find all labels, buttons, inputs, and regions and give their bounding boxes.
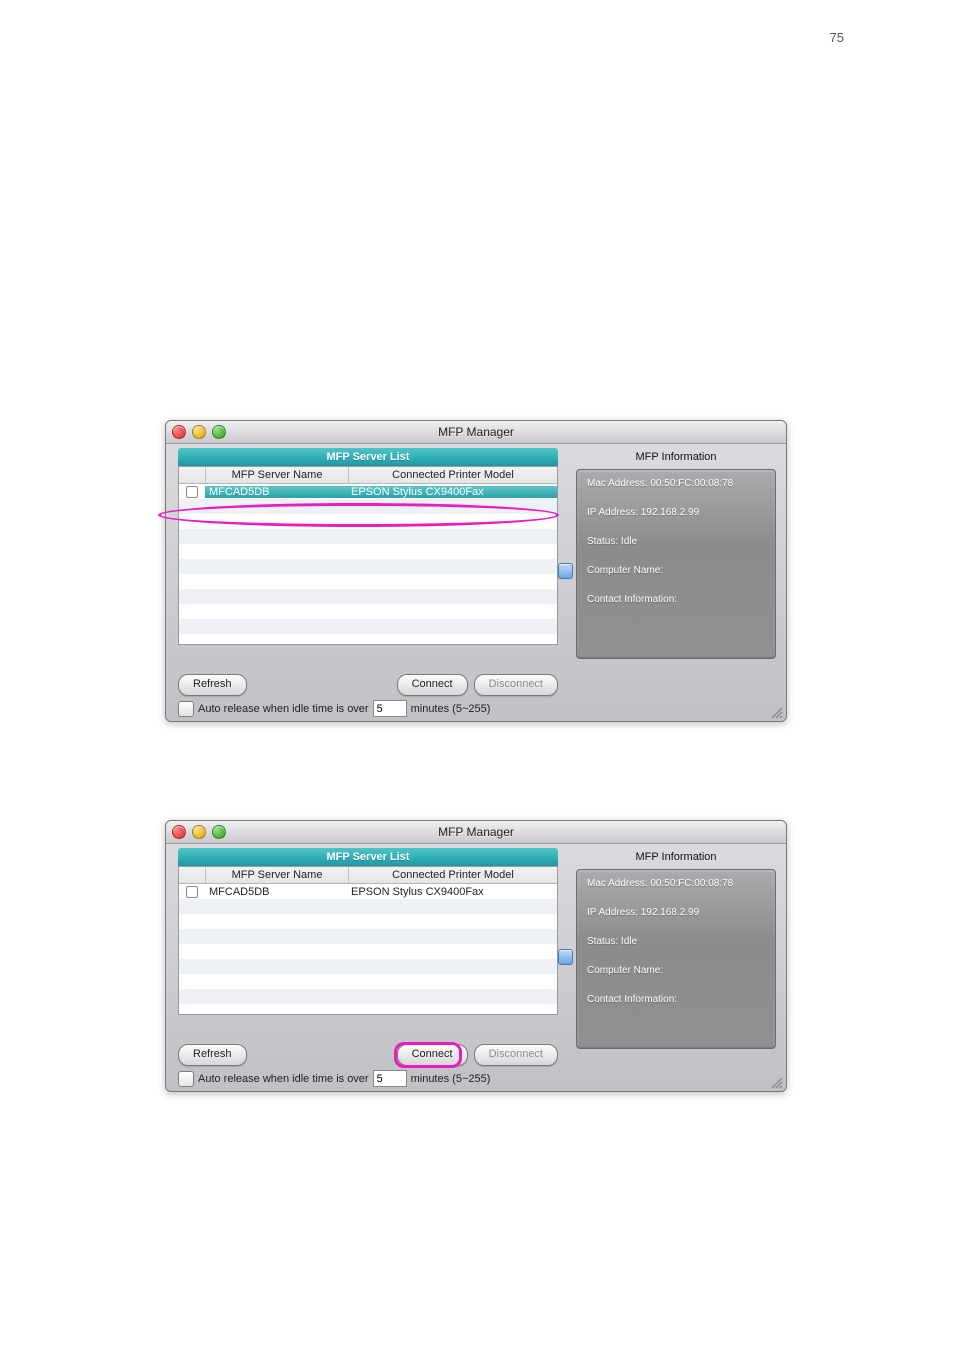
resize-grip-icon[interactable] [769, 1075, 783, 1089]
auto-release-suffix: minutes (5~255) [411, 703, 491, 715]
table-header[interactable]: MFP Server Name Connected Printer Model [179, 467, 557, 484]
disconnect-button[interactable]: Disconnect [474, 674, 558, 696]
column-server-name[interactable]: MFP Server Name [206, 467, 349, 483]
auto-release-suffix: minutes (5~255) [411, 1073, 491, 1085]
server-list-title: MFP Server List [178, 848, 558, 866]
column-check[interactable] [179, 467, 206, 483]
status-value: Idle [621, 536, 637, 547]
mfp-manager-window-2: MFP Manager MFP Server List MFP Server N… [165, 820, 787, 1092]
ip-label: IP Address: [587, 507, 638, 518]
auto-release-row: Auto release when idle time is over minu… [178, 700, 558, 717]
table-body: MFCAD5DB EPSON Stylus CX9400Fax [179, 884, 557, 1014]
cell-printer-model: EPSON Stylus CX9400Fax [347, 486, 557, 498]
server-table: MFP Server Name Connected Printer Model … [178, 466, 558, 645]
server-list-title: MFP Server List [178, 448, 558, 466]
auto-release-checkbox[interactable] [178, 1071, 194, 1087]
table-body: MFCAD5DB EPSON Stylus CX9400Fax [179, 484, 557, 644]
row-checkbox[interactable] [186, 486, 198, 498]
row-checkbox[interactable] [186, 886, 198, 898]
server-table: MFP Server Name Connected Printer Model … [178, 866, 558, 1015]
cell-server-name: MFCAD5DB [205, 486, 347, 498]
table-row[interactable] [179, 574, 557, 589]
table-row[interactable] [179, 989, 557, 1004]
window-title: MFP Manager [166, 821, 786, 843]
refresh-button[interactable]: Refresh [178, 674, 247, 696]
mfp-manager-window-1: MFP Manager MFP Server List MFP Server N… [165, 420, 787, 722]
button-row: Refresh Connect Disconnect [178, 1044, 558, 1066]
column-server-name[interactable]: MFP Server Name [206, 867, 349, 883]
scrollbar-thumb[interactable] [558, 949, 573, 965]
ip-value: 192.168.2.99 [641, 507, 699, 518]
mac-value: 00:50:FC:00:08:78 [650, 478, 733, 489]
ip-label: IP Address: [587, 907, 638, 918]
info-panel: MFP Information Mac Address: 00:50:FC:00… [576, 448, 776, 659]
info-panel: MFP Information Mac Address: 00:50:FC:00… [576, 848, 776, 1049]
table-row[interactable] [179, 929, 557, 944]
table-row[interactable] [179, 959, 557, 974]
status-label: Status: [587, 936, 618, 947]
ip-value: 192.168.2.99 [641, 907, 699, 918]
connect-button[interactable]: Connect [397, 674, 468, 696]
table-row[interactable] [179, 619, 557, 634]
computer-label: Computer Name: [587, 565, 663, 576]
auto-release-label: Auto release when idle time is over [198, 703, 369, 715]
auto-release-checkbox[interactable] [178, 701, 194, 717]
refresh-button[interactable]: Refresh [178, 1044, 247, 1066]
table-row[interactable] [179, 544, 557, 559]
auto-release-row: Auto release when idle time is over minu… [178, 1070, 558, 1087]
titlebar[interactable]: MFP Manager [166, 821, 786, 844]
disconnect-button[interactable]: Disconnect [474, 1044, 558, 1066]
table-row[interactable]: MFCAD5DB EPSON Stylus CX9400Fax [179, 884, 557, 899]
cell-printer-model: EPSON Stylus CX9400Fax [347, 886, 557, 898]
table-header[interactable]: MFP Server Name Connected Printer Model [179, 867, 557, 884]
table-row[interactable] [179, 944, 557, 959]
info-title: MFP Information [576, 848, 776, 869]
page-number: 75 [830, 30, 844, 45]
info-title: MFP Information [576, 448, 776, 469]
window-title: MFP Manager [166, 421, 786, 443]
resize-grip-icon[interactable] [769, 705, 783, 719]
server-list-panel: MFP Server List MFP Server Name Connecte… [178, 848, 558, 1015]
column-check[interactable] [179, 867, 206, 883]
table-row[interactable] [179, 589, 557, 604]
table-row[interactable] [179, 974, 557, 989]
cell-server-name: MFCAD5DB [205, 886, 347, 898]
table-row[interactable] [179, 914, 557, 929]
contact-label: Contact Information: [587, 594, 677, 605]
table-row[interactable] [179, 514, 557, 529]
table-row[interactable]: MFCAD5DB EPSON Stylus CX9400Fax [179, 484, 557, 499]
info-box: Mac Address: 00:50:FC:00:08:78 IP Addres… [576, 869, 776, 1049]
titlebar[interactable]: MFP Manager [166, 421, 786, 444]
idle-minutes-input[interactable] [373, 1070, 407, 1087]
info-box: Mac Address: 00:50:FC:00:08:78 IP Addres… [576, 469, 776, 659]
scrollbar-thumb[interactable] [558, 563, 573, 579]
computer-label: Computer Name: [587, 965, 663, 976]
column-printer-model[interactable]: Connected Printer Model [349, 867, 557, 883]
table-row[interactable] [179, 499, 557, 514]
column-printer-model[interactable]: Connected Printer Model [349, 467, 557, 483]
auto-release-label: Auto release when idle time is over [198, 1073, 369, 1085]
status-value: Idle [621, 936, 637, 947]
table-row[interactable] [179, 899, 557, 914]
mac-value: 00:50:FC:00:08:78 [650, 878, 733, 889]
server-list-panel: MFP Server List MFP Server Name Connecte… [178, 448, 558, 645]
table-row[interactable] [179, 529, 557, 544]
idle-minutes-input[interactable] [373, 700, 407, 717]
mac-label: Mac Address: [587, 878, 648, 889]
button-row: Refresh Connect Disconnect [178, 674, 558, 696]
table-row[interactable] [179, 604, 557, 619]
connect-button[interactable]: Connect [397, 1044, 468, 1066]
table-row[interactable] [179, 559, 557, 574]
contact-label: Contact Information: [587, 994, 677, 1005]
status-label: Status: [587, 536, 618, 547]
mac-label: Mac Address: [587, 478, 648, 489]
